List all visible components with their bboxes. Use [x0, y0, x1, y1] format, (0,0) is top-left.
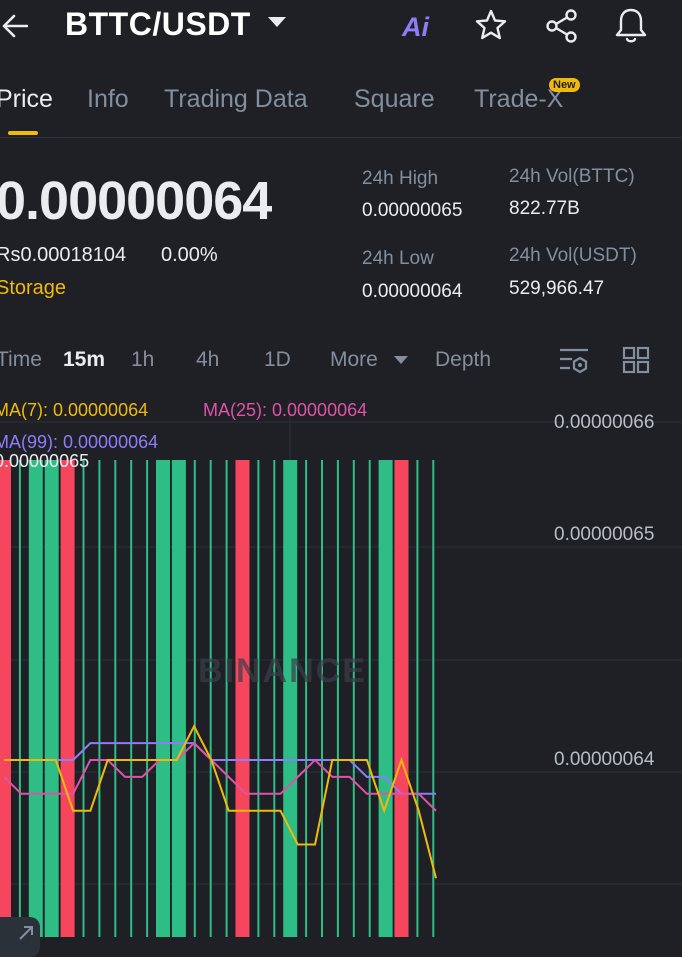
- ma7-legend: MA(7): 0.00000064: [0, 400, 149, 420]
- candle: [368, 460, 371, 937]
- y-axis-label: 0.00000066: [554, 412, 655, 433]
- candle: [114, 460, 117, 937]
- candle: [352, 460, 355, 937]
- high-marker-label: 0.00000065: [0, 451, 90, 471]
- watermark: BINANCE: [198, 652, 367, 690]
- y-axis-label: 0.00000065: [554, 524, 655, 545]
- candle: [225, 460, 228, 937]
- candle: [209, 460, 212, 937]
- candlestick-chart[interactable]: [0, 0, 682, 937]
- candle: [193, 460, 196, 937]
- candle: [394, 460, 409, 937]
- candle: [98, 460, 101, 937]
- candle: [156, 460, 170, 937]
- candle: [257, 460, 260, 937]
- candle: [321, 460, 323, 937]
- candle: [416, 460, 419, 937]
- candle: [28, 460, 43, 937]
- candle: [171, 460, 186, 937]
- candle: [235, 460, 250, 937]
- candle: [283, 460, 298, 937]
- candle: [82, 460, 85, 937]
- ma25-legend: MA(25): 0.00000064: [203, 400, 368, 420]
- candle: [378, 460, 393, 937]
- candle: [146, 460, 149, 937]
- candle: [130, 460, 133, 937]
- candle: [44, 460, 59, 937]
- candle: [336, 460, 339, 937]
- expand-icon: [19, 926, 33, 940]
- candle: [18, 460, 21, 937]
- y-axis-label: 0.00000064: [554, 749, 655, 770]
- expand-chart-button[interactable]: [0, 917, 40, 957]
- candle: [0, 460, 11, 937]
- ma99-legend: MA(99): 0.00000064: [0, 432, 159, 452]
- candle: [60, 460, 75, 937]
- candle: [273, 460, 276, 937]
- candle: [305, 460, 308, 937]
